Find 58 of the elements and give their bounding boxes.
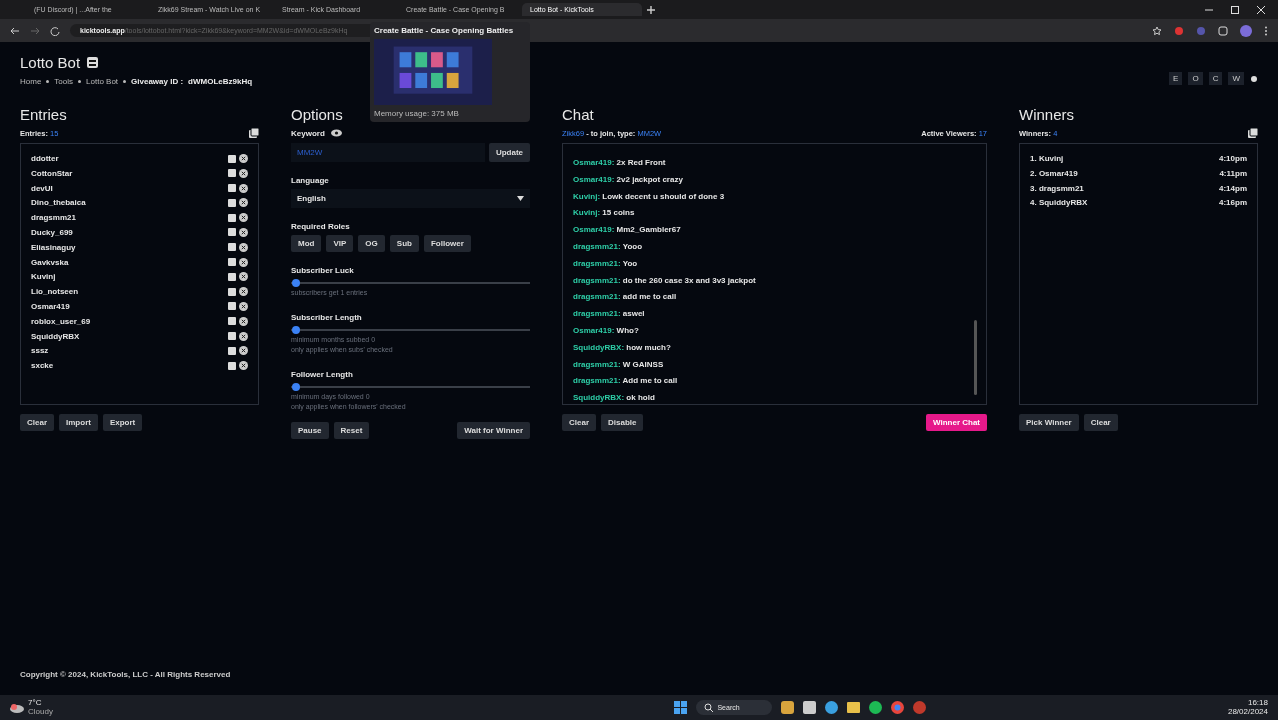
chat-message: Osmar419: Mm2_Gambler67: [573, 225, 682, 237]
entry-name: Dino_thebaica: [31, 198, 86, 210]
section-heading: Winners: [1019, 106, 1074, 123]
entry-name: roblox_user_69: [31, 316, 91, 328]
copyright-text: Copyright © 2024, KickTools, LLC - All Rights Reserved: [20, 670, 232, 681]
entry-name: sssz: [31, 346, 49, 358]
entry-name: Kuvinj: [31, 272, 56, 284]
slider-label: Subscriber Length: [291, 313, 363, 322]
winner-name: 2. Osmar419: [1030, 168, 1078, 180]
win-time: 4:11pm: [1219, 168, 1247, 180]
entry-name: ddotter: [31, 154, 59, 165]
chat-message: Osmar419: 2v2 jackpot crazy: [573, 174, 684, 186]
chat-message: dragsmm21: Add me to call: [573, 376, 679, 388]
chat-message: Kuvinj: 15 coins: [573, 208, 636, 220]
chat-message: Kuvinj: Lowk decent u should of done 3: [573, 191, 726, 203]
chat-message: Osmar419: 2x Red Front: [573, 158, 667, 169]
entry-name: Osmar419: [31, 301, 70, 313]
chat-message: dragsmm21: W GAINSS: [573, 359, 665, 371]
entry-name: SquiddyRBX: [31, 331, 80, 343]
entry-name: Gavkvska: [31, 257, 69, 269]
preview-title: Create Battle - Case Opening Battles: [374, 26, 515, 35]
section-heading: Options: [291, 106, 343, 123]
clock-date: 28/02/2024: [1227, 707, 1268, 717]
slider-label: Subscriber Luck: [291, 266, 355, 275]
entry-name: devUI: [31, 183, 53, 195]
roles-label: Required Roles: [291, 222, 351, 231]
chat-message: dragsmm21: do the 260 case 3x and 3v3 jackpot: [573, 275, 757, 287]
chat-message: SquiddyRBX: ok hold: [573, 393, 656, 405]
section-heading: Chat: [562, 106, 594, 123]
win-time: 4:10pm: [1219, 154, 1247, 165]
entry-name: CottonStar: [31, 168, 73, 180]
entry-name: sxcke: [31, 361, 54, 373]
entry-name: dragsmm21: [31, 213, 76, 225]
win-time: 4:14pm: [1219, 183, 1247, 195]
entry-name: Ducky_699: [31, 228, 73, 239]
language-label: Language: [291, 176, 330, 185]
winner-name: 3. dragsmm21: [1030, 183, 1084, 195]
giveaway-id: dWMOLeBz9kHq: [188, 77, 253, 86]
weather-text: Cloudy: [28, 707, 53, 717]
entry-name: Lio_notseen: [31, 287, 79, 299]
chat-message: dragsmm21: Yoo: [573, 258, 639, 270]
memory-usage-text: Memory usage: 375 MB: [374, 109, 460, 118]
chat-message: SquiddyRBX: how much?: [573, 342, 672, 354]
section-heading: Entries: [20, 106, 67, 123]
entry-name: Eliasinaguy: [31, 242, 76, 254]
chat-message: dragsmm21: Yooo: [573, 242, 644, 253]
clock-time: 16:18: [1246, 698, 1268, 708]
keyword-label: Keyword: [291, 128, 325, 138]
page-title: Lotto Bot: [20, 54, 81, 71]
win-time: 4:16pm: [1219, 198, 1247, 210]
temperature-text: 7°C: [28, 698, 43, 708]
winner-name: 1. Kuvinj: [1030, 154, 1064, 165]
chat-message: dragsmm21: aswel: [573, 309, 646, 321]
chat-message: dragsmm21: add me to call: [573, 292, 678, 304]
giveaway-label: Giveaway ID :: [131, 77, 184, 86]
chat-message: Osmar419: Who?: [573, 325, 640, 337]
winner-name: 4. SquiddyRBX: [1030, 198, 1088, 210]
slider-label: Follower Length: [291, 370, 354, 379]
